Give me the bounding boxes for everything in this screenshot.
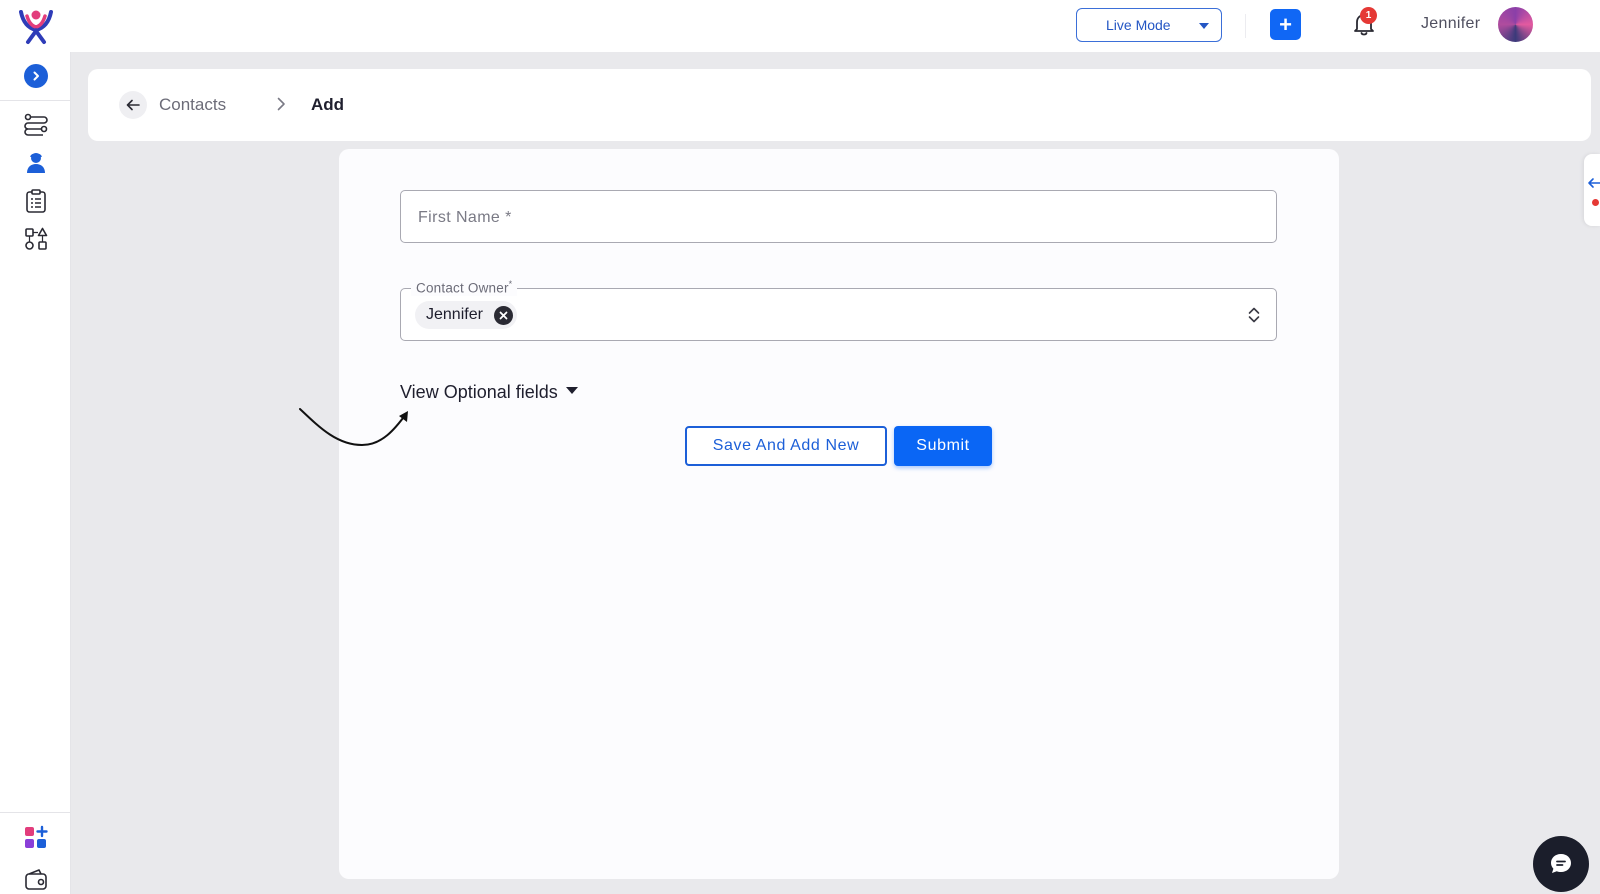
sidebar (0, 52, 71, 894)
breadcrumb: Contacts Add (88, 69, 1591, 141)
chat-icon (1551, 854, 1571, 873)
sidebar-expand-button[interactable] (24, 64, 48, 88)
chevron-right-icon (277, 97, 285, 111)
close-icon (499, 311, 508, 320)
divider (0, 100, 71, 101)
status-dot (1592, 199, 1599, 206)
first-name-field[interactable]: First Name * (400, 190, 1277, 243)
quick-add-button[interactable]: + (1270, 9, 1301, 40)
wallet-icon (25, 869, 47, 890)
contact-owner-label: Contact Owner* (411, 279, 518, 296)
annotation-arrow-icon (299, 408, 408, 447)
sidebar-item-integrations[interactable] (22, 225, 50, 253)
arrow-left-icon (126, 99, 140, 111)
view-optional-fields-label: View Optional fields (400, 382, 558, 402)
avatar[interactable] (1498, 7, 1533, 42)
remove-owner-button[interactable] (493, 306, 513, 325)
shapes-icon (25, 227, 48, 250)
required-mark: * (508, 279, 513, 289)
mode-select[interactable]: Live Mode (1076, 8, 1222, 42)
top-bar: Live Mode + 1 Jennifer (0, 0, 1600, 52)
back-button[interactable] (119, 91, 147, 119)
side-panel-toggle[interactable] (1584, 154, 1600, 226)
divider (0, 812, 71, 813)
chevron-down-icon (1199, 23, 1209, 29)
page-title: Add (311, 95, 345, 114)
owner-chip-label: Jennifer (426, 306, 483, 323)
sidebar-item-apps[interactable] (22, 824, 50, 852)
contact-owner-label-text: Contact Owner (416, 280, 509, 296)
chevron-right-icon (33, 71, 39, 81)
sidebar-item-wallet[interactable] (22, 866, 50, 894)
contacts-icon (27, 153, 45, 173)
clipboard-list-icon (26, 189, 46, 213)
breadcrumb-contacts-link[interactable]: Contacts (159, 95, 226, 115)
apps-add-icon (25, 825, 48, 848)
arrow-left-icon (1588, 178, 1600, 188)
view-optional-fields-toggle[interactable]: View Optional fields (400, 382, 578, 403)
plus-icon: + (1279, 11, 1292, 37)
sidebar-item-workflows[interactable] (22, 111, 50, 139)
sidebar-item-tasks[interactable] (22, 187, 50, 215)
unfold-icon (1248, 307, 1260, 323)
notification-badge: 1 (1360, 7, 1377, 24)
sidebar-item-contacts[interactable] (22, 149, 50, 177)
save-and-add-new-button[interactable]: Save And Add New (685, 426, 887, 466)
caret-down-icon (565, 387, 578, 394)
app-logo[interactable] (16, 6, 56, 46)
mode-select-value: Live Mode (1106, 17, 1171, 33)
divider (1245, 14, 1246, 38)
contact-owner-select[interactable]: Contact Owner* Jennifer (400, 279, 1277, 341)
user-name[interactable]: Jennifer (1421, 15, 1480, 33)
submit-button[interactable]: Submit (894, 426, 992, 466)
owner-chip: Jennifer (415, 301, 517, 329)
first-name-placeholder: First Name * (418, 209, 512, 226)
add-contact-form: First Name * Contact Owner* Jennifer Vie… (299, 149, 1339, 879)
workflow-icon (24, 113, 48, 136)
chat-button[interactable] (1533, 836, 1589, 892)
